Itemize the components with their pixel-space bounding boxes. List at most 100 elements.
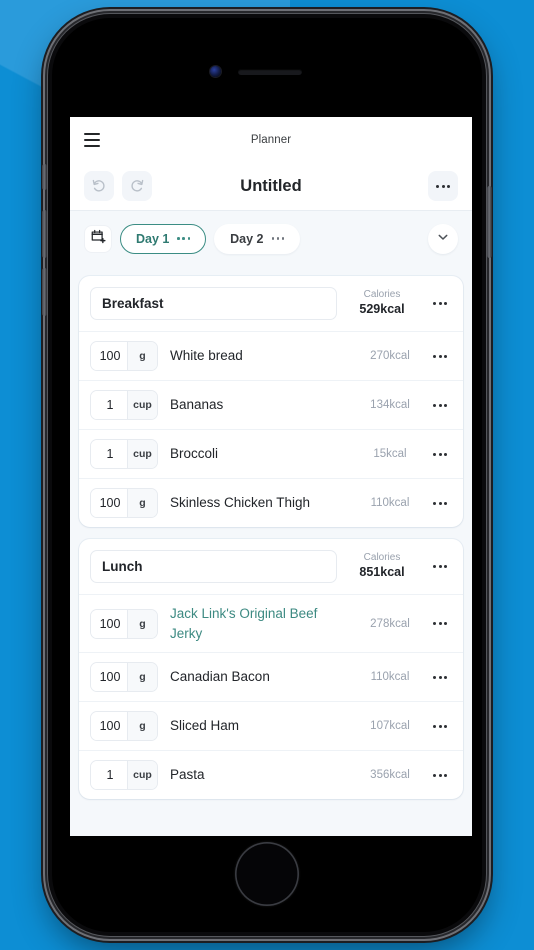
more-options-icon[interactable] — [271, 237, 285, 240]
undo-button[interactable] — [84, 171, 114, 201]
more-options-icon — [433, 675, 447, 679]
meal-calories-summary: Calories 851kcal — [345, 552, 419, 580]
quantity-input[interactable] — [91, 609, 127, 638]
volume-down-button[interactable] — [42, 268, 47, 316]
day-tab-label: Day 2 — [230, 231, 264, 246]
more-options-icon — [433, 724, 447, 728]
speaker-grille-icon — [238, 69, 302, 75]
redo-button[interactable] — [122, 171, 152, 201]
quantity-input[interactable] — [91, 761, 127, 790]
more-options-icon — [433, 773, 447, 777]
meal-card-header: Calories 851kcal — [79, 539, 463, 594]
power-button[interactable] — [487, 186, 492, 258]
undo-icon — [91, 178, 107, 194]
top-bar: Planner Untitled — [70, 117, 472, 210]
food-name[interactable]: Broccoli — [158, 444, 353, 464]
food-row: g Jack Link's Original Beef Jerky 278kca… — [79, 594, 463, 652]
quantity-stepper[interactable]: g — [90, 341, 158, 371]
sidebar-item-day-1[interactable]: Day 1 — [120, 223, 207, 254]
app-title: Planner — [250, 133, 292, 146]
food-row: g White bread 270kcal — [79, 331, 463, 380]
more-options-icon — [433, 565, 447, 568]
more-options-icon — [433, 302, 447, 305]
quantity-input[interactable] — [91, 391, 127, 419]
food-calories: 107kcal — [370, 720, 410, 733]
food-name[interactable]: Pasta — [158, 765, 353, 785]
food-calories: 15kcal — [373, 448, 407, 460]
quantity-input[interactable] — [91, 663, 127, 692]
camera-icon — [210, 66, 221, 77]
quantity-stepper[interactable]: cup — [90, 760, 158, 791]
meal-name-input[interactable] — [90, 287, 337, 320]
more-options-icon — [433, 452, 447, 456]
top-bar-upper-row: Planner — [84, 117, 458, 162]
unit-select[interactable]: g — [127, 712, 157, 741]
days-tab-bar: Day 1 Day 2 — [70, 210, 472, 266]
home-button-icon[interactable] — [235, 842, 299, 906]
unit-select[interactable]: g — [127, 663, 157, 692]
food-name[interactable]: Jack Link's Original Beef Jerky — [158, 604, 353, 643]
document-more-options-button[interactable] — [428, 171, 458, 201]
food-more-options-button[interactable] — [427, 664, 453, 690]
food-name[interactable]: Bananas — [158, 395, 353, 415]
add-day-button[interactable] — [84, 224, 112, 253]
food-name[interactable]: Canadian Bacon — [158, 667, 353, 687]
food-more-options-button[interactable] — [427, 713, 453, 739]
volume-up-button[interactable] — [42, 210, 47, 258]
unit-select[interactable]: cup — [127, 440, 157, 468]
more-options-icon[interactable] — [177, 237, 191, 240]
quantity-stepper[interactable]: g — [90, 711, 158, 742]
collapse-button[interactable] — [428, 223, 458, 254]
meal-card: Calories 529kcal — [79, 276, 463, 527]
more-options-icon — [433, 501, 447, 505]
food-more-options-button[interactable] — [427, 611, 453, 637]
chevron-down-icon — [436, 230, 450, 247]
quantity-input[interactable] — [91, 712, 127, 741]
sidebar-item-day-2[interactable]: Day 2 — [214, 223, 301, 254]
food-name[interactable]: Skinless Chicken Thigh — [158, 493, 353, 513]
food-calories: 110kcal — [370, 671, 410, 684]
silent-switch[interactable] — [42, 164, 47, 190]
meal-calories-summary: Calories 529kcal — [345, 289, 419, 317]
food-row: cup Pasta 356kcal — [79, 750, 463, 799]
phone-device-frame: Planner Untitled Day 1 Day 2 Breakfast C… — [42, 14, 492, 936]
food-row: cup Broccoli 15kcal — [79, 429, 463, 478]
food-calories: 356kcal — [370, 769, 410, 782]
unit-select[interactable]: cup — [127, 761, 157, 790]
quantity-stepper[interactable]: cup — [90, 439, 158, 469]
quantity-input[interactable] — [91, 342, 127, 370]
meal-card-header: Calories 529kcal — [79, 276, 463, 331]
unit-select[interactable]: g — [127, 489, 157, 517]
food-more-options-button[interactable] — [427, 441, 453, 467]
quantity-stepper[interactable]: g — [90, 662, 158, 693]
food-name[interactable]: White bread — [158, 346, 353, 366]
meal-list-scroll-area[interactable]: Calories 529kcal — [70, 266, 472, 836]
unit-select[interactable]: g — [127, 342, 157, 370]
food-name[interactable]: Sliced Ham — [158, 716, 353, 736]
quantity-stepper[interactable]: g — [90, 488, 158, 518]
meal-name-input[interactable] — [90, 550, 337, 583]
day-tab-label: Day 1 — [136, 231, 170, 246]
food-row: cup Bananas 134kcal — [79, 380, 463, 429]
unit-select[interactable]: cup — [127, 391, 157, 419]
calories-value: 851kcal — [359, 564, 405, 579]
more-options-icon — [433, 354, 447, 358]
top-bar-lower-row: Untitled — [84, 162, 458, 210]
unit-select[interactable]: g — [127, 609, 157, 638]
meal-more-options-button[interactable] — [427, 554, 453, 580]
phone-bezel: Planner Untitled Day 1 Day 2 Breakfast C… — [52, 18, 482, 932]
quantity-input[interactable] — [91, 489, 127, 517]
quantity-stepper[interactable]: cup — [90, 390, 158, 420]
more-options-icon — [436, 184, 450, 188]
calories-label: Calories — [363, 289, 401, 301]
food-calories: 134kcal — [370, 399, 410, 411]
food-row: g Skinless Chicken Thigh 110kcal — [79, 478, 463, 527]
calendar-add-icon — [90, 228, 107, 250]
quantity-stepper[interactable]: g — [90, 608, 158, 639]
food-more-options-button[interactable] — [427, 762, 453, 788]
food-more-options-button[interactable] — [427, 392, 453, 418]
quantity-input[interactable] — [91, 440, 127, 468]
food-more-options-button[interactable] — [427, 490, 453, 516]
food-more-options-button[interactable] — [427, 343, 453, 369]
meal-more-options-button[interactable] — [427, 291, 453, 317]
